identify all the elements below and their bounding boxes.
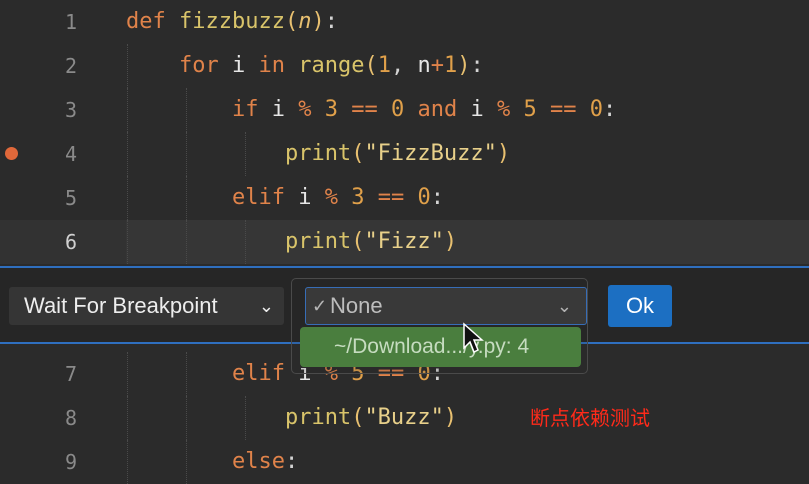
line-number: 7	[64, 362, 77, 386]
code-line-9[interactable]: 9 else:	[0, 440, 809, 484]
code-line-3[interactable]: 3 if i % 3 == 0 and i % 5 == 0:	[0, 88, 809, 132]
line-number: 2	[64, 54, 77, 78]
breakpoint-mode-select[interactable]: Wait For Breakpoint ⌄	[9, 287, 284, 325]
dropdown-option[interactable]: ~/Download.../y.py: 4	[300, 327, 581, 367]
code-text: if i % 3 == 0 and i % 5 == 0:	[231, 97, 617, 122]
line-number: 1	[64, 10, 77, 34]
line-number: 4	[64, 142, 77, 166]
line-number: 5	[64, 186, 77, 210]
code-text: else:	[231, 449, 299, 474]
code-editor[interactable]: 1 def fizzbuzz(n): 2 for i in range(1, n…	[0, 0, 809, 484]
code-text: for i in range(1, n+1):	[178, 53, 484, 78]
mouse-cursor-icon	[463, 322, 484, 354]
code-line-8[interactable]: 8 print("Buzz")	[0, 396, 809, 440]
code-line-2[interactable]: 2 for i in range(1, n+1):	[0, 44, 809, 88]
ok-button[interactable]: Ok	[608, 285, 672, 327]
code-line-6[interactable]: 6 print("Fizz")	[0, 220, 809, 264]
line-number: 9	[64, 450, 77, 474]
code-text: elif i % 3 == 0:	[231, 185, 444, 210]
chevron-down-icon: ⌄	[258, 296, 274, 316]
code-text: print("FizzBuzz")	[284, 141, 511, 166]
code-line-1[interactable]: 1 def fizzbuzz(n):	[0, 0, 809, 44]
line-number: 6	[64, 230, 77, 254]
code-line-4[interactable]: 4 print("FizzBuzz")	[0, 132, 809, 176]
breakpoint-mode-label: Wait For Breakpoint	[24, 293, 218, 318]
line-number: 3	[64, 98, 77, 122]
code-text: print("Buzz")	[284, 405, 458, 430]
code-line-5[interactable]: 5 elif i % 3 == 0:	[0, 176, 809, 220]
code-text: def fizzbuzz(n):	[126, 9, 338, 34]
line-number: 8	[64, 406, 77, 430]
code-text: print("Fizz")	[284, 229, 458, 254]
annotation-label: 断点依赖测试	[530, 406, 650, 430]
